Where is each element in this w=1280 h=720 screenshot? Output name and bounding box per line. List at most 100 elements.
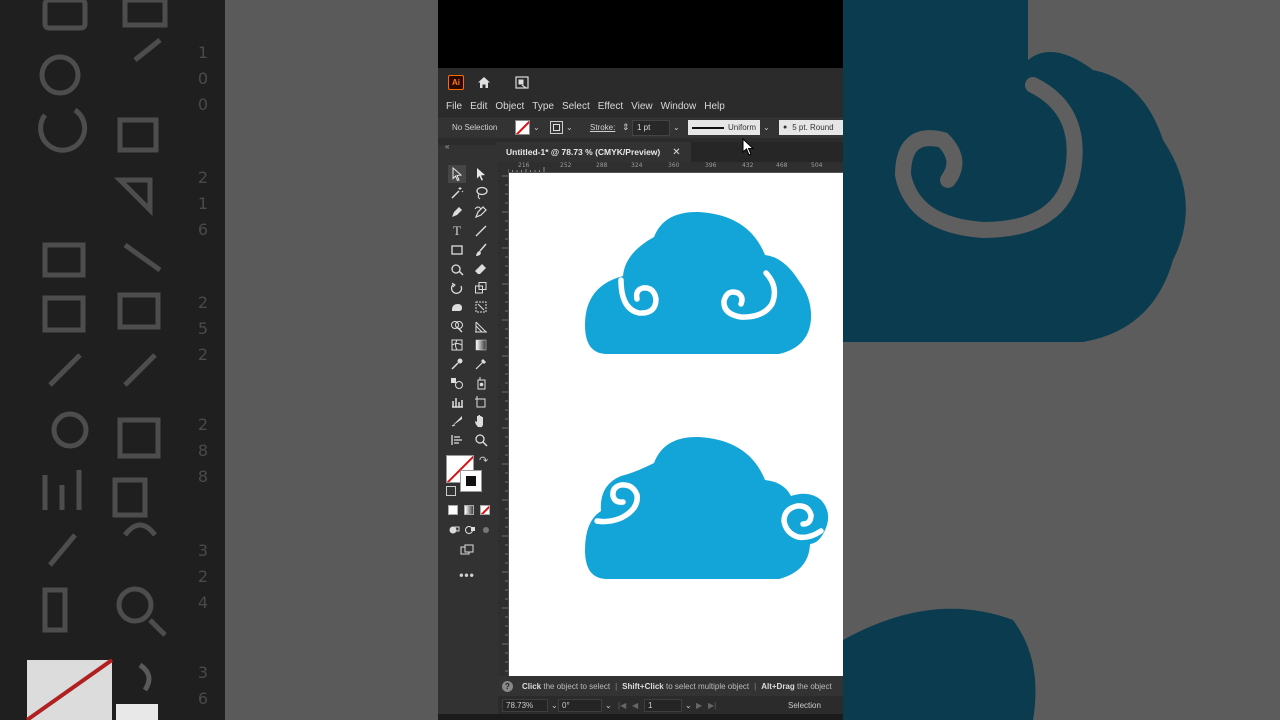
gradient-tool-icon[interactable] — [472, 336, 490, 354]
hint-alt-drag: Alt+Drag — [761, 681, 795, 691]
chevron-down-icon[interactable]: ⌄ — [533, 123, 540, 132]
stroke-swatch-box[interactable] — [460, 470, 482, 492]
stroke-label[interactable]: Stroke: — [590, 120, 615, 135]
color-mode-icon[interactable] — [448, 505, 458, 515]
screen-mode-icon[interactable] — [458, 541, 476, 559]
first-artboard-icon[interactable]: |◀ — [618, 699, 626, 711]
pen-tool-icon[interactable] — [448, 203, 466, 221]
cloud-two[interactable] — [585, 436, 829, 579]
stepper-icon[interactable]: ⇕ — [622, 120, 630, 135]
menu-view[interactable]: View — [631, 101, 653, 112]
artboard-number-value[interactable]: 1 — [644, 698, 682, 712]
column-graph-icon[interactable] — [448, 393, 466, 411]
variable-width-profile[interactable]: Uniform ⌄ — [688, 120, 770, 135]
shaper-tool-icon[interactable] — [448, 260, 466, 278]
menu-edit[interactable]: Edit — [470, 101, 487, 112]
illustrator-window: Ai File Edit Object Type Select Effect V… — [438, 0, 843, 720]
letterbox-bottom — [438, 714, 843, 720]
none-mode-icon[interactable] — [480, 505, 490, 515]
menu-window[interactable]: Window — [661, 101, 697, 112]
print-tiling-icon[interactable] — [448, 431, 466, 449]
chevron-down-icon[interactable]: ⌄ — [605, 701, 612, 710]
ruler-label: 396 — [705, 162, 717, 169]
artboard-tool-icon[interactable] — [472, 393, 490, 411]
menu-type[interactable]: Type — [532, 101, 554, 112]
ghost-ruler-digit: 2 — [197, 567, 209, 586]
free-transform-icon[interactable] — [472, 298, 490, 316]
chevron-down-icon[interactable]: ⌄ — [551, 701, 558, 710]
horizontal-ruler[interactable]: 216 252 288 324 360 396 432 468 504 — [508, 162, 843, 173]
artboard[interactable] — [509, 173, 843, 676]
rotate-tool-icon[interactable] — [448, 279, 466, 297]
arrange-documents-icon[interactable] — [514, 74, 530, 90]
ghost-ruler-digit: 8 — [197, 467, 209, 486]
ghost-ruler-digit: 1 — [197, 194, 209, 213]
perspective-grid-icon[interactable] — [472, 317, 490, 335]
document-tab[interactable]: Untitled-1* @ 78.73 % (CMYK/Preview) ✕ — [496, 142, 691, 162]
close-icon[interactable]: ✕ — [672, 147, 680, 158]
selection-tool-icon[interactable] — [448, 165, 466, 183]
hand-tool-icon[interactable] — [472, 412, 490, 430]
previous-artboard-icon[interactable]: ◀ — [632, 699, 638, 711]
blurred-background-left: 1 0 0 2 1 6 2 5 2 2 8 8 3 2 4 3 6 — [0, 0, 438, 720]
profile-label: Uniform — [728, 123, 757, 132]
scale-tool-icon[interactable] — [472, 279, 490, 297]
next-artboard-icon[interactable]: ▶ — [696, 699, 702, 711]
ruler-origin[interactable] — [498, 162, 508, 172]
chevron-down-icon[interactable]: ⌄ — [673, 123, 680, 132]
warp-tool-icon[interactable] — [448, 298, 466, 316]
zoom-field[interactable]: 78.73% ⌄ — [502, 698, 558, 712]
rectangle-tool-icon[interactable] — [448, 241, 466, 259]
home-icon[interactable] — [476, 74, 492, 90]
menu-object[interactable]: Object — [495, 101, 524, 112]
eraser-icon[interactable] — [472, 260, 490, 278]
default-colors-icon[interactable] — [446, 486, 456, 496]
letterbox-top — [438, 0, 843, 68]
selection-status: No Selection — [452, 123, 498, 132]
measure-tool-icon[interactable] — [472, 355, 490, 373]
zoom-tool-icon[interactable] — [472, 431, 490, 449]
direct-selection-tool-icon[interactable] — [472, 165, 490, 183]
menu-file[interactable]: File — [446, 101, 462, 112]
zoom-value[interactable]: 78.73% — [502, 698, 548, 712]
shape-builder-icon[interactable] — [448, 317, 466, 335]
mesh-tool-icon[interactable] — [448, 336, 466, 354]
chevron-down-icon[interactable]: ⌄ — [763, 123, 770, 132]
stroke-swatch[interactable]: ⌄ — [550, 120, 573, 135]
menu-select[interactable]: Select — [562, 101, 590, 112]
magic-wand-icon[interactable] — [448, 184, 466, 202]
gradient-mode-icon[interactable] — [464, 505, 474, 515]
brush-definition[interactable]: ● 5 pt. Round — [779, 120, 843, 135]
ghost-ruler-digit: 2 — [197, 345, 209, 364]
chevron-down-icon[interactable]: ⌄ — [566, 123, 573, 132]
menu-help[interactable]: Help — [704, 101, 725, 112]
more-tools-icon[interactable]: ••• — [458, 566, 476, 584]
stroke-weight-field[interactable]: 1 pt ⌄ — [632, 119, 680, 136]
last-artboard-icon[interactable]: ▶| — [708, 699, 716, 711]
help-icon[interactable]: ? — [502, 680, 513, 692]
swap-fill-stroke-icon[interactable]: ↷ — [479, 454, 488, 467]
symbol-sprayer-icon[interactable] — [472, 374, 490, 392]
document-tab-bar: Untitled-1* @ 78.73 % (CMYK/Preview) ✕ — [496, 142, 843, 162]
rotation-value[interactable]: 0° — [558, 698, 602, 712]
type-tool-icon[interactable]: T — [448, 222, 466, 240]
line-tool-icon[interactable] — [472, 222, 490, 240]
menu-effect[interactable]: Effect — [598, 101, 623, 112]
cloud-one[interactable] — [585, 211, 812, 354]
rotation-field[interactable]: 0° ⌄ — [558, 698, 612, 712]
artboard-number-field[interactable]: 1 ⌄ — [644, 698, 692, 712]
curvature-tool-icon[interactable] — [472, 203, 490, 221]
fill-swatch[interactable]: ⌄ — [515, 120, 540, 135]
blend-tool-icon[interactable] — [448, 374, 466, 392]
collapse-icon[interactable]: « — [445, 142, 449, 151]
slice-tool-icon[interactable] — [448, 412, 466, 430]
ghost-ruler-digit: 3 — [197, 541, 209, 560]
stroke-weight-value[interactable]: 1 pt — [632, 119, 670, 136]
lasso-icon[interactable] — [472, 184, 490, 202]
chevron-down-icon[interactable]: ⌄ — [685, 701, 692, 710]
ghost-ruler-digit: 6 — [197, 220, 209, 239]
draw-inside-icon[interactable] — [477, 521, 495, 539]
ruler-label: 432 — [742, 162, 754, 169]
eyedropper-icon[interactable] — [448, 355, 466, 373]
paintbrush-icon[interactable] — [472, 241, 490, 259]
